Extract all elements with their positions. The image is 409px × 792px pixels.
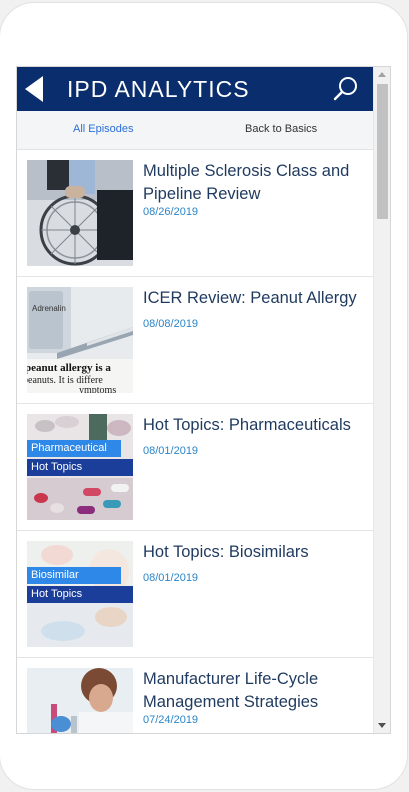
episode-list: Multiple Sclerosis Class and Pipeline Re… — [17, 150, 373, 733]
app-title: IPD ANALYTICS — [67, 76, 250, 102]
episode-date: 08/01/2019 — [143, 445, 199, 457]
episode-item[interactable]: Multiple Sclerosis Class and Pipeline Re… — [17, 150, 373, 277]
app-frame: IPD ANALYTICS All Episodes Back to Basic… — [16, 66, 391, 734]
vial-label: Adrenalin — [32, 304, 66, 313]
peanut-text-line3: ymptoms — [79, 385, 116, 393]
episode-title: ICER Review: Peanut Allergy — [143, 289, 357, 307]
back-arrow-icon[interactable] — [25, 76, 45, 102]
lab-worker-thumbnail — [27, 668, 133, 733]
episode-filter-bar: All Episodes Back to Basics — [17, 111, 373, 150]
scroll-up-arrow-icon[interactable] — [374, 67, 390, 83]
episode-title: Manufacturer Life-Cycle Management Strat… — [143, 670, 319, 711]
thumbnail-tag-category: Pharmaceutical — [27, 440, 121, 457]
thumbnail-tag-category: Biosimilar — [27, 567, 121, 584]
episode-date: 08/01/2019 — [143, 572, 199, 584]
episode-date: 07/24/2019 — [143, 714, 199, 726]
peanut-text-line1: peanut allergy is a — [27, 362, 111, 374]
episode-item[interactable]: Pharmaceutical Hot Topics Hot Topics: Ph… — [17, 404, 373, 531]
lab-thumbnail: Biosimilar Hot Topics — [27, 541, 133, 647]
episode-item[interactable]: Biosimilar Hot Topics Hot Topics: Biosim… — [17, 531, 373, 658]
all-episodes-link[interactable]: All Episodes — [73, 123, 134, 135]
wheelchair-thumbnail — [27, 160, 133, 266]
app-header: IPD ANALYTICS — [17, 67, 373, 111]
episode-title: Multiple Sclerosis Class and Pipeline Re… — [143, 162, 350, 203]
search-icon[interactable] — [333, 76, 359, 102]
scrollbar-thumb[interactable] — [377, 84, 388, 219]
episode-title: Hot Topics: Pharmaceuticals — [143, 416, 351, 434]
scrollbar[interactable] — [373, 67, 390, 733]
adrenaline-syringe-thumbnail: Adrenalin peanut allergy is a peanuts. I… — [27, 287, 133, 393]
back-to-basics-link[interactable]: Back to Basics — [245, 123, 317, 135]
episode-date: 08/08/2019 — [143, 318, 199, 330]
thumbnail-tag-series: Hot Topics — [27, 586, 133, 603]
device-frame: IPD ANALYTICS All Episodes Back to Basic… — [0, 3, 407, 789]
episode-item[interactable]: Manufacturer Life-Cycle Management Strat… — [17, 658, 373, 733]
episode-item[interactable]: Adrenalin peanut allergy is a peanuts. I… — [17, 277, 373, 404]
episode-title: Hot Topics: Biosimilars — [143, 543, 309, 561]
scroll-down-arrow-icon[interactable] — [374, 717, 390, 733]
thumbnail-tag-series: Hot Topics — [27, 459, 133, 476]
pills-thumbnail: Pharmaceutical Hot Topics — [27, 414, 133, 520]
episode-date: 08/26/2019 — [143, 206, 199, 218]
